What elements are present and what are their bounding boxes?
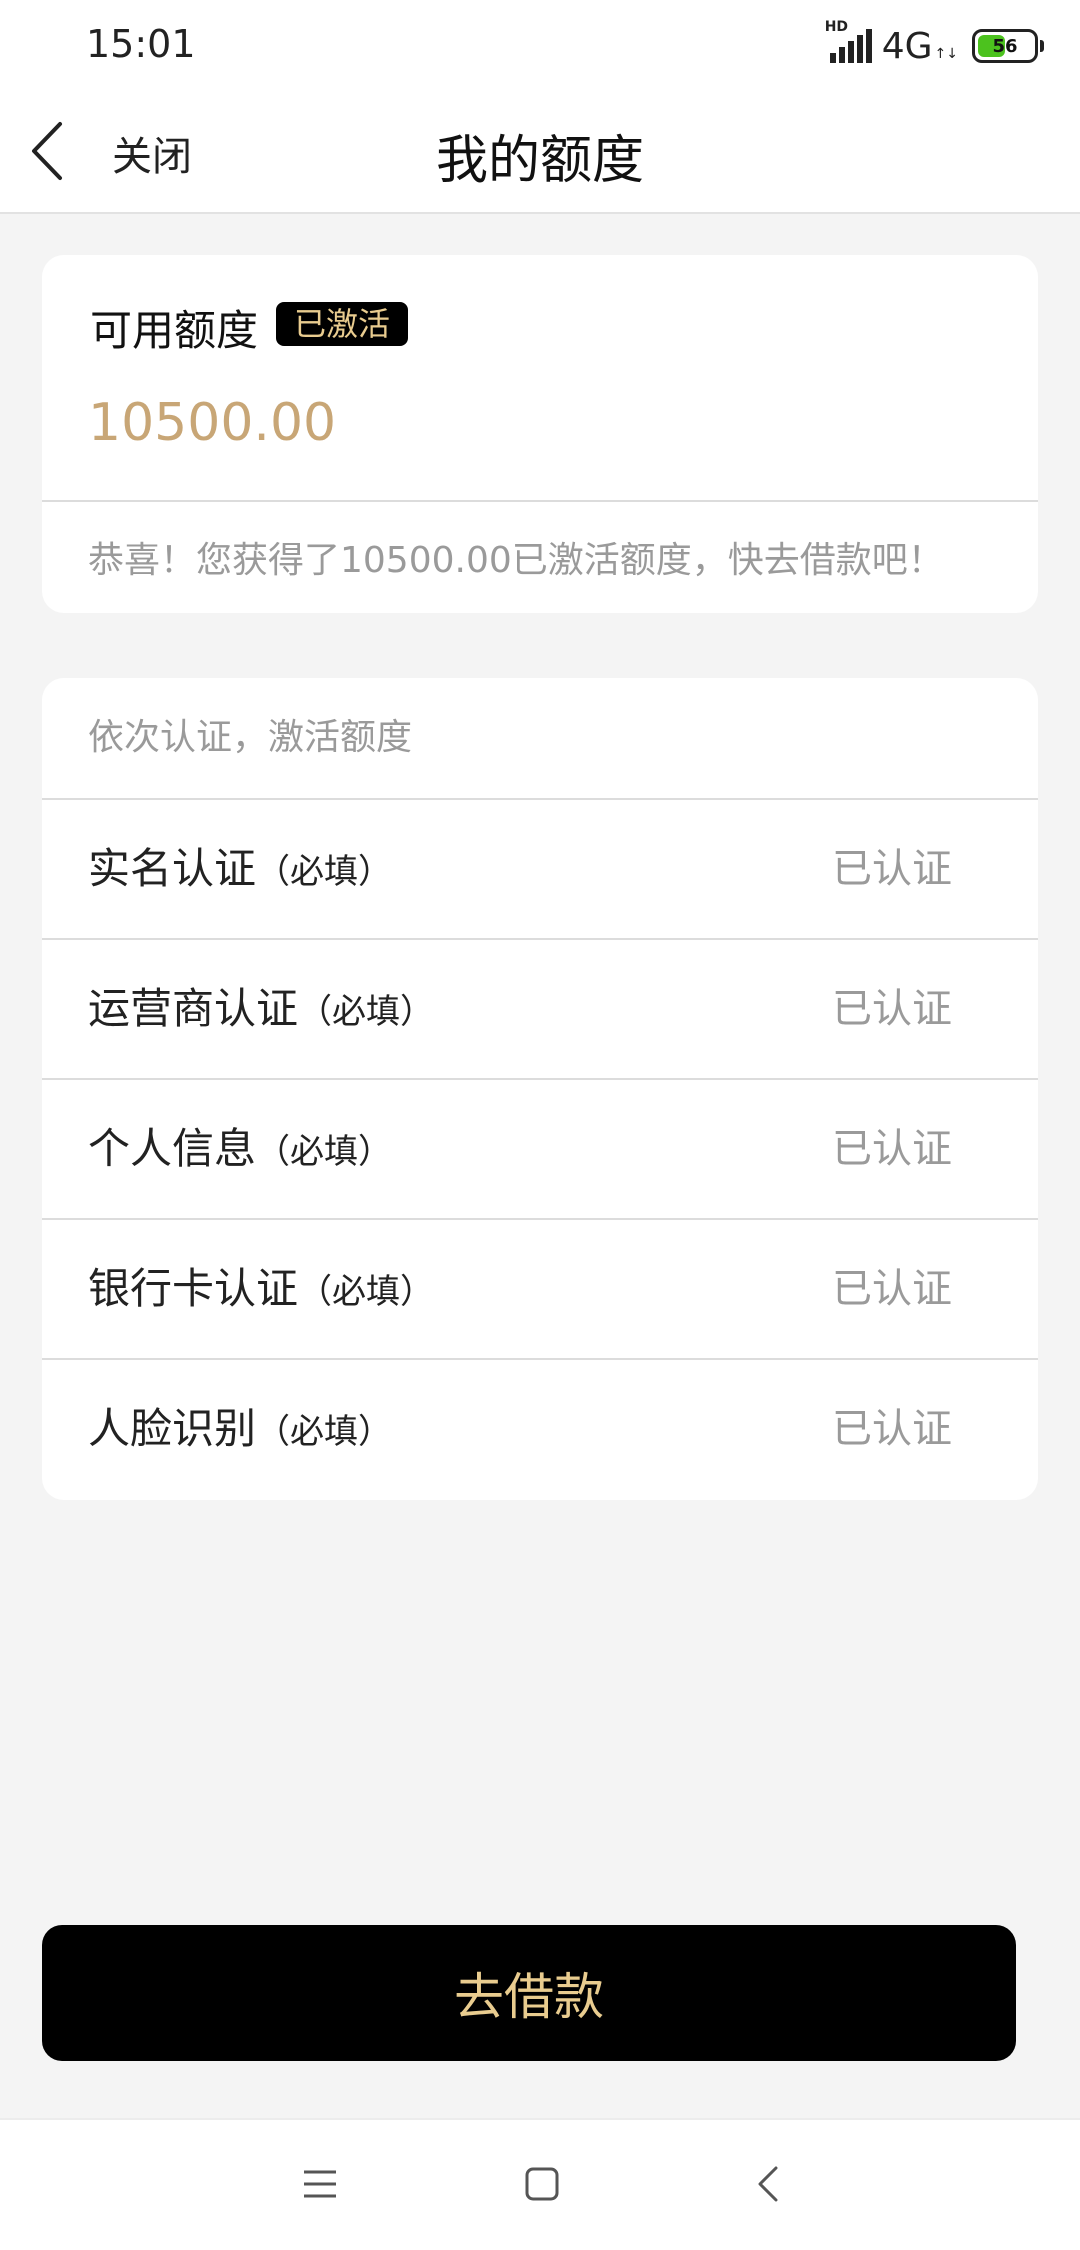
verification-header: 依次认证，激活额度	[42, 678, 1038, 800]
verify-status: 已认证	[832, 986, 952, 1032]
status-bar: 15:01 HD 4G ↑↓ 56	[0, 0, 1080, 90]
nav-bar: 关闭 我的额度	[0, 90, 1080, 214]
verify-row-face-recognition[interactable]: 人脸识别（必填） 已认证	[42, 1360, 1038, 1498]
verification-card: 依次认证，激活额度 实名认证（必填） 已认证 运营商认证（必填） 已认证 个人信…	[42, 678, 1038, 1500]
activated-badge: 已激活	[276, 302, 409, 346]
quota-label: 可用额度	[90, 306, 259, 355]
quota-amount: 10500.00	[88, 393, 337, 453]
divider	[42, 500, 1038, 502]
verify-item-name: 银行卡认证（必填）	[88, 1264, 435, 1313]
quota-card: 可用额度 已激活 10500.00 恭喜！您获得了10500.00已激活额度，快…	[42, 255, 1038, 613]
system-nav-bar	[0, 2118, 1080, 2250]
required-tag: （必填）	[298, 992, 435, 1032]
hd-label: HD	[824, 19, 849, 35]
menu-icon[interactable]	[296, 2160, 344, 2208]
page-title: 我的额度	[435, 131, 644, 191]
verify-item-name: 运营商认证（必填）	[88, 984, 435, 1033]
back-chevron-icon[interactable]	[746, 2160, 794, 2208]
verify-row-real-name[interactable]: 实名认证（必填） 已认证	[42, 800, 1038, 940]
signal-strength-icon: HD	[825, 19, 872, 63]
verify-item-name: 个人信息（必填）	[88, 1124, 393, 1173]
verify-status: 已认证	[832, 1406, 952, 1452]
verify-row-bank-card[interactable]: 银行卡认证（必填） 已认证	[42, 1220, 1038, 1360]
required-tag: （必填）	[256, 1412, 393, 1452]
status-indicators: HD 4G ↑↓ 56	[825, 19, 1044, 68]
battery-icon: 56	[972, 29, 1038, 63]
quota-message: 恭喜！您获得了10500.00已激活额度，快去借款吧！	[88, 540, 944, 581]
battery-level: 56	[992, 35, 1018, 57]
required-tag: （必填）	[298, 1272, 435, 1312]
verify-row-personal-info[interactable]: 个人信息（必填） 已认证	[42, 1080, 1038, 1220]
verify-status: 已认证	[832, 1266, 952, 1312]
status-time: 15:01	[86, 22, 196, 66]
verify-status: 已认证	[832, 846, 952, 892]
network-type: 4G	[881, 25, 933, 67]
verify-item-name: 人脸识别（必填）	[88, 1404, 393, 1453]
verify-item-name: 实名认证（必填）	[88, 844, 393, 893]
verify-row-carrier[interactable]: 运营商认证（必填） 已认证	[42, 940, 1038, 1080]
go-loan-button[interactable]: 去借款	[42, 1925, 1016, 2061]
data-activity-icon: ↑↓	[934, 46, 958, 62]
required-tag: （必填）	[256, 1132, 393, 1172]
home-square-icon[interactable]	[518, 2160, 566, 2208]
battery-tip	[1040, 40, 1044, 52]
required-tag: （必填）	[256, 852, 393, 892]
verify-status: 已认证	[832, 1126, 952, 1172]
